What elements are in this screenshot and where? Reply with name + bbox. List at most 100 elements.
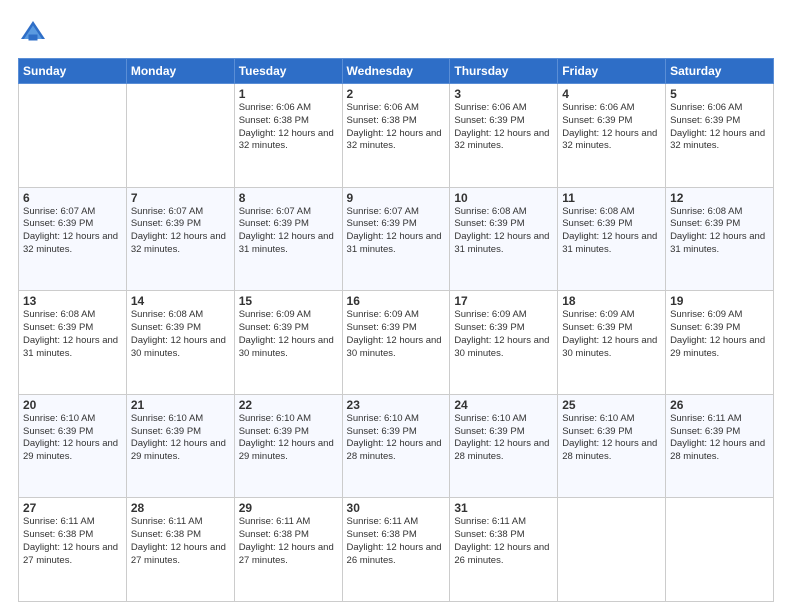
day-info: Sunrise: 6:09 AMSunset: 6:39 PMDaylight:… [454,309,553,360]
day-info: Sunrise: 6:10 AMSunset: 6:39 PMDaylight:… [454,413,553,464]
day-number: 9 [347,191,446,205]
day-cell: 28Sunrise: 6:11 AMSunset: 6:38 PMDayligh… [126,498,234,602]
day-info: Sunrise: 6:11 AMSunset: 6:38 PMDaylight:… [131,516,230,567]
day-cell: 2Sunrise: 6:06 AMSunset: 6:38 PMDaylight… [342,84,450,188]
day-cell [126,84,234,188]
day-number: 31 [454,501,553,515]
day-info: Sunrise: 6:07 AMSunset: 6:39 PMDaylight:… [239,206,338,257]
day-number: 4 [562,87,661,101]
day-info: Sunrise: 6:07 AMSunset: 6:39 PMDaylight:… [23,206,122,257]
day-info: Sunrise: 6:11 AMSunset: 6:38 PMDaylight:… [23,516,122,567]
day-info: Sunrise: 6:09 AMSunset: 6:39 PMDaylight:… [670,309,769,360]
day-cell: 1Sunrise: 6:06 AMSunset: 6:38 PMDaylight… [234,84,342,188]
day-cell: 7Sunrise: 6:07 AMSunset: 6:39 PMDaylight… [126,187,234,291]
day-info: Sunrise: 6:08 AMSunset: 6:39 PMDaylight:… [454,206,553,257]
day-info: Sunrise: 6:10 AMSunset: 6:39 PMDaylight:… [347,413,446,464]
weekday-wednesday: Wednesday [342,59,450,84]
day-cell: 22Sunrise: 6:10 AMSunset: 6:39 PMDayligh… [234,394,342,498]
day-number: 10 [454,191,553,205]
day-cell: 21Sunrise: 6:10 AMSunset: 6:39 PMDayligh… [126,394,234,498]
week-row-1: 1Sunrise: 6:06 AMSunset: 6:38 PMDaylight… [19,84,774,188]
day-cell: 4Sunrise: 6:06 AMSunset: 6:39 PMDaylight… [558,84,666,188]
day-number: 20 [23,398,122,412]
day-cell: 12Sunrise: 6:08 AMSunset: 6:39 PMDayligh… [666,187,774,291]
day-info: Sunrise: 6:10 AMSunset: 6:39 PMDaylight:… [562,413,661,464]
day-cell: 19Sunrise: 6:09 AMSunset: 6:39 PMDayligh… [666,291,774,395]
day-cell: 14Sunrise: 6:08 AMSunset: 6:39 PMDayligh… [126,291,234,395]
day-cell [558,498,666,602]
header [18,18,774,48]
day-number: 24 [454,398,553,412]
weekday-friday: Friday [558,59,666,84]
day-cell: 5Sunrise: 6:06 AMSunset: 6:39 PMDaylight… [666,84,774,188]
day-info: Sunrise: 6:08 AMSunset: 6:39 PMDaylight:… [23,309,122,360]
day-number: 25 [562,398,661,412]
day-number: 15 [239,294,338,308]
day-info: Sunrise: 6:06 AMSunset: 6:38 PMDaylight:… [239,102,338,153]
day-cell: 9Sunrise: 6:07 AMSunset: 6:39 PMDaylight… [342,187,450,291]
day-number: 5 [670,87,769,101]
logo [18,18,52,48]
day-info: Sunrise: 6:10 AMSunset: 6:39 PMDaylight:… [23,413,122,464]
day-number: 16 [347,294,446,308]
weekday-sunday: Sunday [19,59,127,84]
day-cell: 11Sunrise: 6:08 AMSunset: 6:39 PMDayligh… [558,187,666,291]
day-number: 29 [239,501,338,515]
day-cell: 8Sunrise: 6:07 AMSunset: 6:39 PMDaylight… [234,187,342,291]
day-number: 11 [562,191,661,205]
day-cell: 17Sunrise: 6:09 AMSunset: 6:39 PMDayligh… [450,291,558,395]
day-number: 17 [454,294,553,308]
day-number: 1 [239,87,338,101]
weekday-header-row: SundayMondayTuesdayWednesdayThursdayFrid… [19,59,774,84]
day-cell: 3Sunrise: 6:06 AMSunset: 6:39 PMDaylight… [450,84,558,188]
day-number: 22 [239,398,338,412]
day-cell: 25Sunrise: 6:10 AMSunset: 6:39 PMDayligh… [558,394,666,498]
day-info: Sunrise: 6:06 AMSunset: 6:39 PMDaylight:… [670,102,769,153]
calendar: SundayMondayTuesdayWednesdayThursdayFrid… [18,58,774,602]
day-number: 23 [347,398,446,412]
logo-icon [18,18,48,48]
weekday-thursday: Thursday [450,59,558,84]
day-number: 21 [131,398,230,412]
day-info: Sunrise: 6:08 AMSunset: 6:39 PMDaylight:… [562,206,661,257]
day-info: Sunrise: 6:10 AMSunset: 6:39 PMDaylight:… [239,413,338,464]
day-number: 2 [347,87,446,101]
day-cell: 24Sunrise: 6:10 AMSunset: 6:39 PMDayligh… [450,394,558,498]
day-number: 19 [670,294,769,308]
day-cell: 31Sunrise: 6:11 AMSunset: 6:38 PMDayligh… [450,498,558,602]
day-cell: 27Sunrise: 6:11 AMSunset: 6:38 PMDayligh… [19,498,127,602]
day-number: 7 [131,191,230,205]
day-info: Sunrise: 6:11 AMSunset: 6:38 PMDaylight:… [454,516,553,567]
day-cell: 15Sunrise: 6:09 AMSunset: 6:39 PMDayligh… [234,291,342,395]
week-row-5: 27Sunrise: 6:11 AMSunset: 6:38 PMDayligh… [19,498,774,602]
day-number: 13 [23,294,122,308]
day-number: 8 [239,191,338,205]
day-cell [666,498,774,602]
day-info: Sunrise: 6:08 AMSunset: 6:39 PMDaylight:… [670,206,769,257]
day-number: 28 [131,501,230,515]
day-info: Sunrise: 6:08 AMSunset: 6:39 PMDaylight:… [131,309,230,360]
day-number: 3 [454,87,553,101]
week-row-4: 20Sunrise: 6:10 AMSunset: 6:39 PMDayligh… [19,394,774,498]
day-number: 26 [670,398,769,412]
day-cell: 6Sunrise: 6:07 AMSunset: 6:39 PMDaylight… [19,187,127,291]
day-cell: 20Sunrise: 6:10 AMSunset: 6:39 PMDayligh… [19,394,127,498]
day-cell: 10Sunrise: 6:08 AMSunset: 6:39 PMDayligh… [450,187,558,291]
day-cell: 16Sunrise: 6:09 AMSunset: 6:39 PMDayligh… [342,291,450,395]
day-number: 12 [670,191,769,205]
week-row-3: 13Sunrise: 6:08 AMSunset: 6:39 PMDayligh… [19,291,774,395]
page: SundayMondayTuesdayWednesdayThursdayFrid… [0,0,792,612]
day-number: 30 [347,501,446,515]
day-info: Sunrise: 6:09 AMSunset: 6:39 PMDaylight:… [347,309,446,360]
day-info: Sunrise: 6:10 AMSunset: 6:39 PMDaylight:… [131,413,230,464]
day-cell: 26Sunrise: 6:11 AMSunset: 6:39 PMDayligh… [666,394,774,498]
day-cell: 29Sunrise: 6:11 AMSunset: 6:38 PMDayligh… [234,498,342,602]
day-cell: 30Sunrise: 6:11 AMSunset: 6:38 PMDayligh… [342,498,450,602]
weekday-tuesday: Tuesday [234,59,342,84]
day-number: 27 [23,501,122,515]
day-info: Sunrise: 6:11 AMSunset: 6:39 PMDaylight:… [670,413,769,464]
day-number: 14 [131,294,230,308]
day-number: 18 [562,294,661,308]
day-info: Sunrise: 6:11 AMSunset: 6:38 PMDaylight:… [239,516,338,567]
day-info: Sunrise: 6:06 AMSunset: 6:38 PMDaylight:… [347,102,446,153]
